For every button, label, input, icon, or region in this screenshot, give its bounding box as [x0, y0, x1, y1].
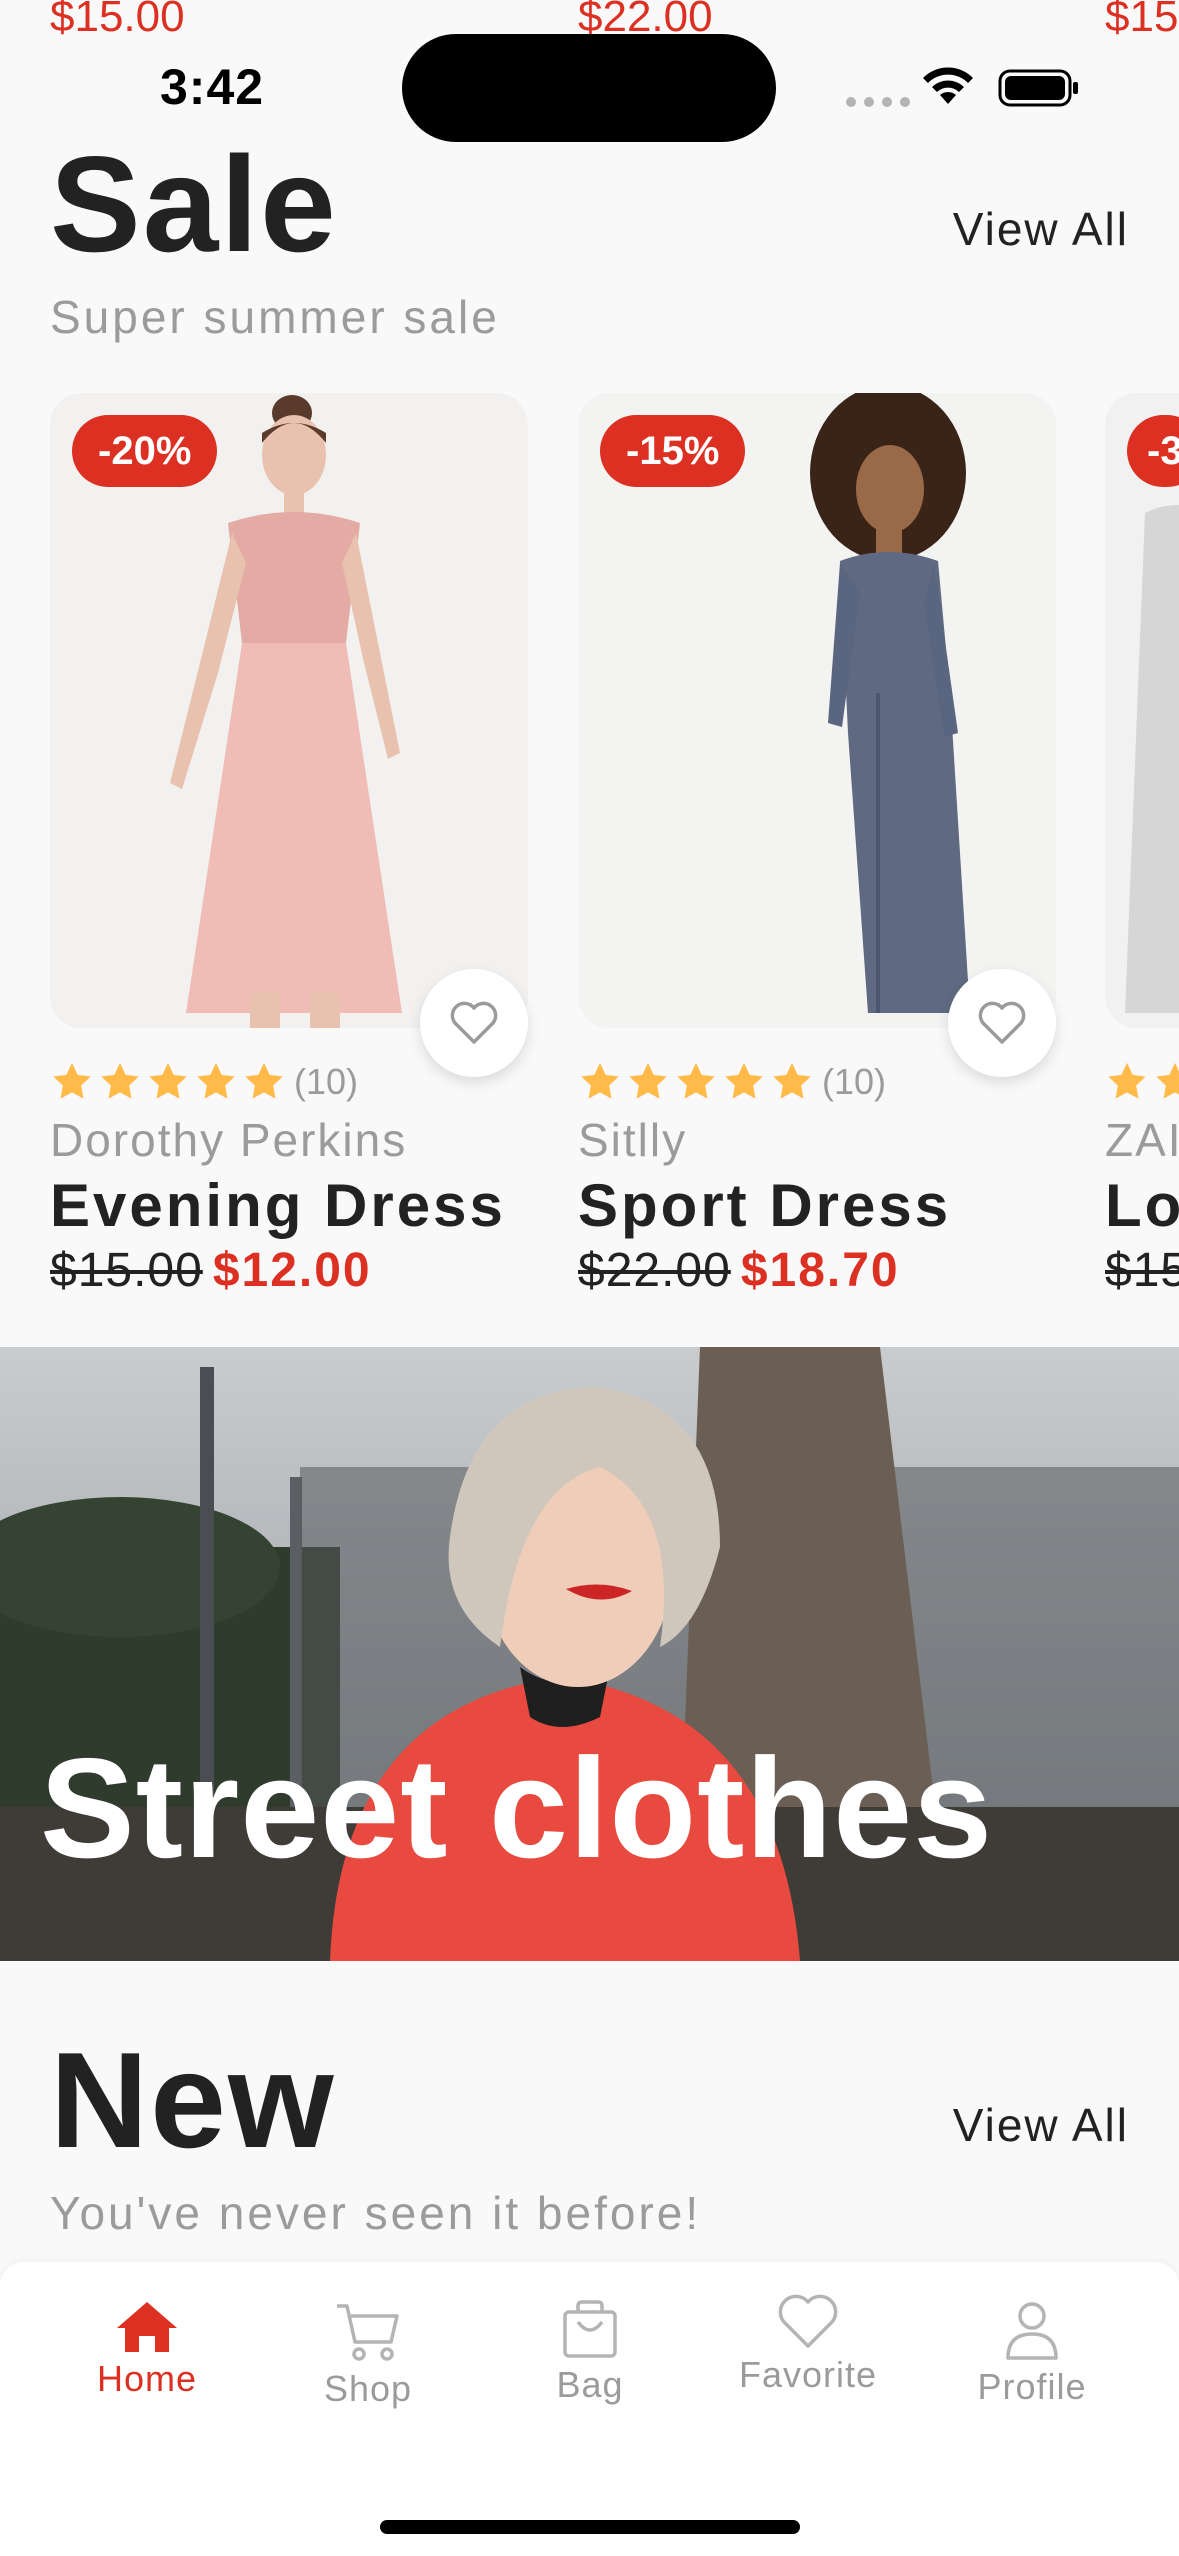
- sale-price: $12.00: [212, 1244, 372, 1297]
- review-count: (10): [822, 1061, 887, 1102]
- tab-label: Favorite: [738, 2354, 878, 2395]
- bag-icon: [563, 2300, 617, 2358]
- product-brand: Sitlly: [578, 1114, 688, 1166]
- star-icon: [245, 1062, 283, 1099]
- star-icon: [725, 1062, 763, 1099]
- old-price: $15.00: [50, 1244, 203, 1297]
- status-time: 3:42: [160, 59, 265, 115]
- product-prices: $15: [1105, 1243, 1179, 1298]
- product-image: -15%: [578, 393, 1056, 1028]
- star-icon: [197, 1062, 235, 1099]
- home-indicator[interactable]: [380, 2520, 800, 2534]
- profile-icon: [1006, 2302, 1058, 2360]
- favorite-button[interactable]: [948, 969, 1056, 1077]
- tab-label: Shop: [323, 2368, 413, 2409]
- star-icon: [149, 1062, 187, 1099]
- dynamic-island: [402, 34, 776, 142]
- review-count: (10): [294, 1061, 359, 1102]
- peek-price-right: $15: [1105, 0, 1179, 41]
- peek-price-left: $15.00: [50, 0, 185, 41]
- sale-price: $18.70: [740, 1244, 900, 1297]
- tab-label: Bag: [556, 2364, 624, 2405]
- discount-badge: -15%: [600, 415, 746, 487]
- product-name: Lo: [1105, 1172, 1179, 1239]
- heart-outline-icon: [978, 1001, 1026, 1044]
- product-brand: ZAI: [1105, 1114, 1179, 1166]
- tab-bag[interactable]: Bag: [500, 2300, 680, 2406]
- tab-home[interactable]: Home: [57, 2300, 237, 2400]
- product-prices: $22.00 $18.70: [578, 1243, 900, 1298]
- battery-icon: [998, 69, 1078, 107]
- tab-bar: Home Shop Bag Favorite Profile: [0, 2262, 1179, 2556]
- sale-subtitle: Super summer sale: [50, 291, 500, 343]
- sale-view-all-link[interactable]: View All: [953, 202, 1129, 256]
- star-icon: [629, 1062, 667, 1099]
- banner-title: Street clothes: [40, 1729, 994, 1888]
- product-name: Sport Dress: [578, 1172, 952, 1239]
- tab-label: Home: [96, 2358, 198, 2399]
- product-prices: $15.00 $12.00: [50, 1243, 372, 1298]
- star-icon: [53, 1062, 91, 1099]
- signal-icon: [846, 97, 910, 107]
- heart-outline-icon: [450, 1001, 498, 1044]
- rating: (10): [50, 1061, 358, 1103]
- product-image: -20%: [50, 393, 528, 1028]
- tab-shop[interactable]: Shop: [278, 2300, 458, 2410]
- tab-label: Profile: [977, 2366, 1087, 2407]
- product-card[interactable]: -3 ZAI Lo $15: [1105, 393, 1179, 1333]
- tab-favorite[interactable]: Favorite: [718, 2292, 898, 2396]
- favorite-button[interactable]: [420, 969, 528, 1077]
- star-icon: [1108, 1062, 1146, 1099]
- rating: [1105, 1061, 1179, 1103]
- new-view-all-link[interactable]: View All: [953, 2098, 1129, 2152]
- star-icon: [1156, 1062, 1179, 1099]
- home-icon: [117, 2302, 177, 2352]
- street-clothes-banner[interactable]: Street clothes: [0, 1347, 1179, 1961]
- heart-icon: [778, 2294, 838, 2348]
- wifi-icon: [923, 67, 973, 104]
- tab-profile[interactable]: Profile: [942, 2300, 1122, 2408]
- old-price: $22.00: [578, 1244, 731, 1297]
- new-title: New: [50, 2024, 336, 2176]
- product-image: -3: [1105, 393, 1179, 1028]
- sale-title: Sale: [50, 128, 338, 280]
- product-brand: Dorothy Perkins: [50, 1114, 408, 1166]
- star-icon: [773, 1062, 811, 1099]
- star-icon: [101, 1062, 139, 1099]
- rating: (10): [578, 1061, 886, 1103]
- star-icon: [581, 1062, 619, 1099]
- new-subtitle: You've never seen it before!: [50, 2187, 702, 2239]
- star-icon: [677, 1062, 715, 1099]
- discount-badge: -20%: [72, 415, 218, 487]
- old-price: $15: [1105, 1244, 1179, 1297]
- product-name: Evening Dress: [50, 1172, 506, 1239]
- cart-icon: [337, 2304, 399, 2361]
